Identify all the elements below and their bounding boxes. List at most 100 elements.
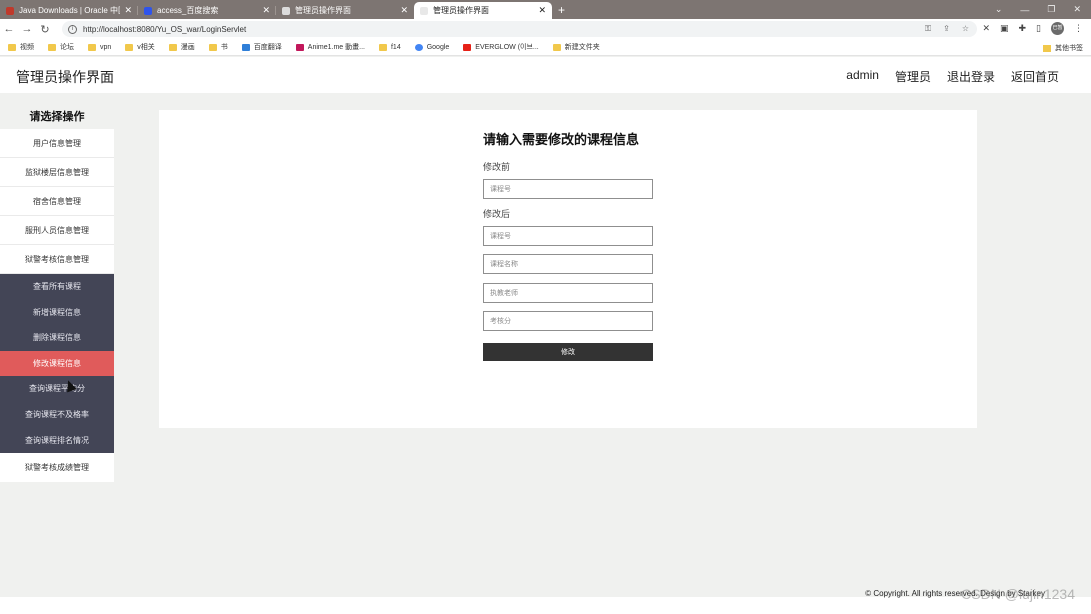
submenu-delete-course[interactable]: 删除课程信息 xyxy=(0,325,114,351)
modify-submit-button[interactable]: 修改 xyxy=(483,343,653,361)
score-input[interactable] xyxy=(483,311,653,331)
submenu-course-fail-rate[interactable]: 查询课程不及格率 xyxy=(0,402,114,428)
sidebar-item-inmate-info[interactable]: 服刑人员信息管理 xyxy=(0,216,114,245)
close-icon[interactable]: ✕ xyxy=(124,5,132,16)
close-icon[interactable]: ✕ xyxy=(262,5,270,16)
sidebar-item-user-info[interactable]: 用户信息管理 xyxy=(0,129,114,158)
bookmark[interactable]: Google xyxy=(414,43,449,51)
page-favicon-icon xyxy=(282,6,290,15)
form-title: 请输入需要修改的课程信息 xyxy=(483,132,640,147)
page-footer xyxy=(0,597,1091,614)
folder-icon xyxy=(168,43,177,51)
tab-title: Java Downloads | Oracle 中国 xyxy=(19,6,121,15)
bookmark[interactable]: 新建文件夹 xyxy=(552,42,600,52)
translate-icon xyxy=(241,43,250,51)
bookmarks-bar: 视频 论坛 vpn v相关 漫画 书 百度翻译 Anime1.me 動畫... … xyxy=(0,39,1091,56)
before-label: 修改前 xyxy=(483,162,511,172)
bookmark[interactable]: 百度翻译 xyxy=(241,42,282,52)
bookmark[interactable]: 论坛 xyxy=(48,42,74,52)
folder-icon xyxy=(48,43,56,51)
bookmark[interactable]: 书 xyxy=(208,42,228,52)
sidebar-item-guard-assessment[interactable]: 狱警考核信息管理 xyxy=(0,245,114,274)
bookmark[interactable]: EVERGLOW (이브... xyxy=(463,42,539,52)
course-name-input[interactable] xyxy=(483,254,653,274)
csdn-watermark: CSDN @lujin1234 xyxy=(961,586,1075,602)
nav-logout-link[interactable]: 退出登录 xyxy=(947,68,995,85)
folder-icon xyxy=(208,43,217,51)
folder-icon xyxy=(8,43,16,51)
submenu-add-course[interactable]: 新增课程信息 xyxy=(0,300,114,326)
nav-role[interactable]: 管理员 xyxy=(895,68,931,85)
url-text: http://localhost:8080/Yu_OS_war/LoginSer… xyxy=(83,24,247,34)
submenu-modify-course[interactable]: 修改课程信息 xyxy=(0,350,114,377)
sidebar-item-dorm-info[interactable]: 宿舍信息管理 xyxy=(0,187,114,216)
address-bar-row: ← → ↻ i http://localhost:8080/Yu_OS_war/… xyxy=(0,19,1091,44)
folder-icon xyxy=(88,43,96,51)
bookmark[interactable]: 漫画 xyxy=(168,42,195,52)
star-icon[interactable]: ☆ xyxy=(962,24,969,34)
sidebar-item-floor-info[interactable]: 监狱楼层信息管理 xyxy=(0,158,114,187)
tab-title: 管理员操作界面 xyxy=(295,6,351,15)
reload-icon[interactable]: ↻ xyxy=(36,23,54,36)
top-nav: admin 管理员 退出登录 返回首页 xyxy=(846,68,1059,85)
nav-home-link[interactable]: 返回首页 xyxy=(1011,68,1059,85)
folder-icon xyxy=(378,43,387,51)
submenu-view-courses[interactable]: 查看所有课程 xyxy=(0,274,114,300)
extension-icon[interactable]: ▣ xyxy=(1000,23,1009,34)
back-icon[interactable]: ← xyxy=(0,23,18,35)
sidebar: 请选择操作 用户信息管理 监狱楼层信息管理 宿舍信息管理 服刑人员信息管理 狱警… xyxy=(0,105,114,483)
bookmark[interactable]: 视频 xyxy=(8,42,34,52)
folder-icon xyxy=(125,43,134,51)
youtube-icon xyxy=(463,43,472,51)
tab-title: 管理员操作界面 xyxy=(433,6,489,15)
browser-tab-bar: Java Downloads | Oracle 中国 ✕ access_百度搜索… xyxy=(0,0,1091,19)
site-info-icon[interactable]: i xyxy=(68,24,77,34)
browser-tab-2[interactable]: access_百度搜索 ✕ xyxy=(138,2,276,19)
new-tab-button[interactable]: + xyxy=(558,2,565,19)
browser-tab-4-active[interactable]: 管理员操作界面 ✕ xyxy=(414,2,552,19)
submenu-course-average[interactable]: 查询课程平均分 xyxy=(0,376,114,402)
folder-icon xyxy=(1043,44,1051,52)
sidebar-submenu: 查看所有课程 新增课程信息 删除课程信息 修改课程信息 查询课程平均分 查询课程… xyxy=(0,274,114,454)
extensions-area: ✕ ▣ ✚ ▯ 已暂停 ⋮ xyxy=(982,22,1083,44)
side-panel-icon[interactable]: ▯ xyxy=(1036,23,1041,34)
extension-icon[interactable]: ✕ xyxy=(982,23,990,34)
bookmark[interactable]: vpn xyxy=(88,43,111,51)
page-header: 管理员操作界面 admin 管理员 退出登录 返回首页 xyxy=(0,57,1091,93)
form-card: 请输入需要修改的课程信息 修改前 修改后 修改 xyxy=(159,110,977,428)
menu-icon[interactable]: ⋮ xyxy=(1074,23,1083,34)
tab-search-icon[interactable]: ⌄ xyxy=(995,4,1003,15)
close-icon[interactable]: ✕ xyxy=(538,5,546,16)
sidebar-title: 请选择操作 xyxy=(29,111,85,123)
page-brand-title: 管理员操作界面 xyxy=(16,69,114,85)
page-favicon-icon xyxy=(420,6,428,15)
submenu-course-ranking[interactable]: 查询课程排名情况 xyxy=(0,428,114,454)
before-course-id-input[interactable] xyxy=(483,179,653,199)
other-bookmarks[interactable]: 其他书签 xyxy=(1043,43,1083,53)
google-icon xyxy=(414,43,423,51)
after-course-id-input[interactable] xyxy=(483,226,653,246)
forward-icon[interactable]: → xyxy=(18,23,36,35)
browser-tab-3[interactable]: 管理员操作界面 ✕ xyxy=(276,2,414,19)
minimize-icon[interactable]: — xyxy=(1020,5,1029,15)
oracle-favicon-icon xyxy=(6,6,14,15)
url-bar[interactable]: i http://localhost:8080/Yu_OS_war/LoginS… xyxy=(62,21,977,37)
after-label: 修改后 xyxy=(483,209,511,219)
profile-avatar[interactable]: 已暂停 xyxy=(1051,22,1064,44)
nav-username[interactable]: admin xyxy=(846,68,879,85)
close-icon[interactable]: ✕ xyxy=(400,5,408,16)
share-icon[interactable]: ⇪ xyxy=(943,24,950,34)
maximize-icon[interactable]: ❐ xyxy=(1047,4,1055,15)
bookmark[interactable]: f14 xyxy=(378,43,401,51)
window-controls: ⌄ — ❐ ✕ xyxy=(995,0,1091,19)
key-icon[interactable]: ⚿ xyxy=(925,24,931,34)
puzzle-icon[interactable]: ✚ xyxy=(1019,23,1027,34)
sidebar-item-score-management[interactable]: 狱警考核成绩管理 xyxy=(0,453,114,483)
bookmark[interactable]: Anime1.me 動畫... xyxy=(295,42,365,52)
anime-icon xyxy=(295,43,304,51)
browser-tab-1[interactable]: Java Downloads | Oracle 中国 ✕ xyxy=(0,2,138,19)
teacher-input[interactable] xyxy=(483,283,653,303)
close-window-icon[interactable]: ✕ xyxy=(1073,4,1081,15)
bookmark[interactable]: v相关 xyxy=(125,42,155,52)
folder-icon xyxy=(552,43,561,51)
